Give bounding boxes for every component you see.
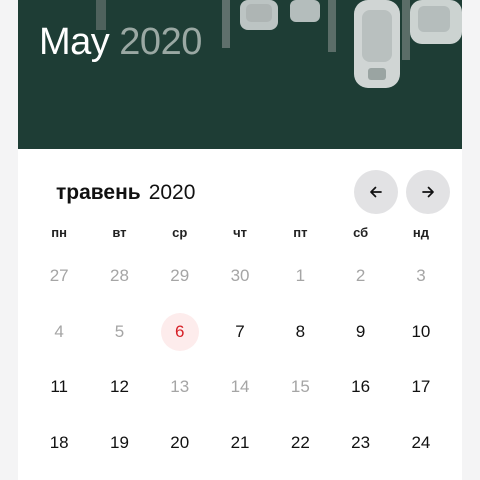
- day-cell[interactable]: 30: [210, 248, 270, 304]
- weekday-label: ср: [172, 225, 188, 240]
- day-cell[interactable]: 18: [29, 415, 89, 471]
- day-cell[interactable]: 22: [270, 415, 330, 471]
- day-cell[interactable]: 5: [89, 304, 149, 360]
- arrow-right-icon: [422, 186, 434, 198]
- day-number: 15: [290, 377, 310, 397]
- day-number: 2: [355, 265, 366, 285]
- month-year: 2020: [148, 181, 196, 204]
- day-cell[interactable]: 20: [150, 415, 210, 471]
- day-number: 28: [109, 265, 129, 285]
- day-cell[interactable]: 19: [89, 415, 149, 471]
- weekday-label: сб: [353, 225, 369, 240]
- day-cell[interactable]: 7: [210, 304, 270, 360]
- day-number: 13: [170, 377, 190, 397]
- prev-month-button[interactable]: [354, 170, 398, 214]
- day-cell[interactable]: 8: [270, 304, 330, 360]
- day-number: 3: [416, 265, 426, 285]
- weekday-label: нд: [412, 225, 429, 240]
- day-cell[interactable]: 15: [270, 359, 330, 415]
- day-number: 21: [230, 432, 250, 452]
- day-number: 7: [235, 321, 245, 341]
- day-cell[interactable]: 24: [391, 415, 451, 471]
- weekday-label: вт: [112, 225, 127, 240]
- hero-header: May 2020: [18, 0, 462, 149]
- day-cell[interactable]: 27: [29, 248, 89, 304]
- day-number: 14: [230, 377, 250, 397]
- day-cell[interactable]: 23: [330, 415, 390, 471]
- day-number: 4: [54, 321, 64, 341]
- weekday-label: пн: [51, 225, 67, 240]
- calendar-header: травень 2020: [18, 170, 462, 214]
- arrow-left-icon: [370, 186, 382, 198]
- day-cell[interactable]: 13: [150, 359, 210, 415]
- day-cell[interactable]: 14: [210, 359, 270, 415]
- day-cell-today[interactable]: 6: [150, 304, 210, 360]
- day-grid: 27 28 29 30 1 2 3 4 5 6 7 8 9 10 11 12 13 14 15 16 17 18 19 20 2…: [29, 248, 451, 471]
- day-number: 29: [170, 265, 190, 285]
- day-cell[interactable]: 29: [150, 248, 210, 304]
- day-number: 5: [114, 321, 125, 341]
- day-number: 8: [295, 321, 306, 341]
- day-number: 6: [175, 321, 185, 341]
- day-cell[interactable]: 2: [330, 248, 390, 304]
- day-cell[interactable]: 21: [210, 415, 270, 471]
- next-month-button[interactable]: [406, 170, 450, 214]
- day-cell[interactable]: 9: [330, 304, 390, 360]
- day-number: 12: [109, 377, 129, 397]
- day-number: 24: [411, 432, 431, 452]
- day-cell[interactable]: 10: [391, 304, 451, 360]
- day-number: 27: [49, 265, 69, 285]
- day-number: 9: [355, 321, 366, 341]
- day-cell[interactable]: 16: [330, 359, 390, 415]
- calendar-card: May 2020 травень 2020 пн вт ср чт пт сб нд 27 28 2…: [18, 0, 462, 480]
- day-cell[interactable]: 11: [29, 359, 89, 415]
- day-number: 10: [411, 321, 431, 341]
- month-label: травень 2020: [56, 181, 195, 205]
- weekday-row: пн вт ср чт пт сб нд: [29, 224, 451, 242]
- day-cell[interactable]: 17: [391, 359, 451, 415]
- hero-year: 2020: [119, 21, 202, 63]
- day-cell[interactable]: 28: [89, 248, 149, 304]
- day-number: 23: [351, 432, 371, 452]
- day-number: 1: [295, 265, 306, 285]
- hero-title: May 2020: [39, 20, 202, 64]
- day-cell[interactable]: 4: [29, 304, 89, 360]
- day-number: 19: [109, 432, 129, 452]
- weekday-label: чт: [233, 225, 247, 240]
- day-number: 18: [49, 432, 69, 452]
- day-number: 11: [50, 377, 68, 397]
- day-number: 30: [230, 265, 250, 285]
- day-number: 17: [411, 377, 431, 397]
- day-number: 16: [351, 377, 371, 397]
- weekday-label: пт: [293, 225, 308, 240]
- month-name: травень: [56, 181, 141, 204]
- day-number: 20: [170, 432, 190, 452]
- day-number: 22: [290, 432, 310, 452]
- day-cell[interactable]: 1: [270, 248, 330, 304]
- day-cell[interactable]: 3: [391, 248, 451, 304]
- hero-month: May: [39, 21, 110, 63]
- day-cell[interactable]: 12: [89, 359, 149, 415]
